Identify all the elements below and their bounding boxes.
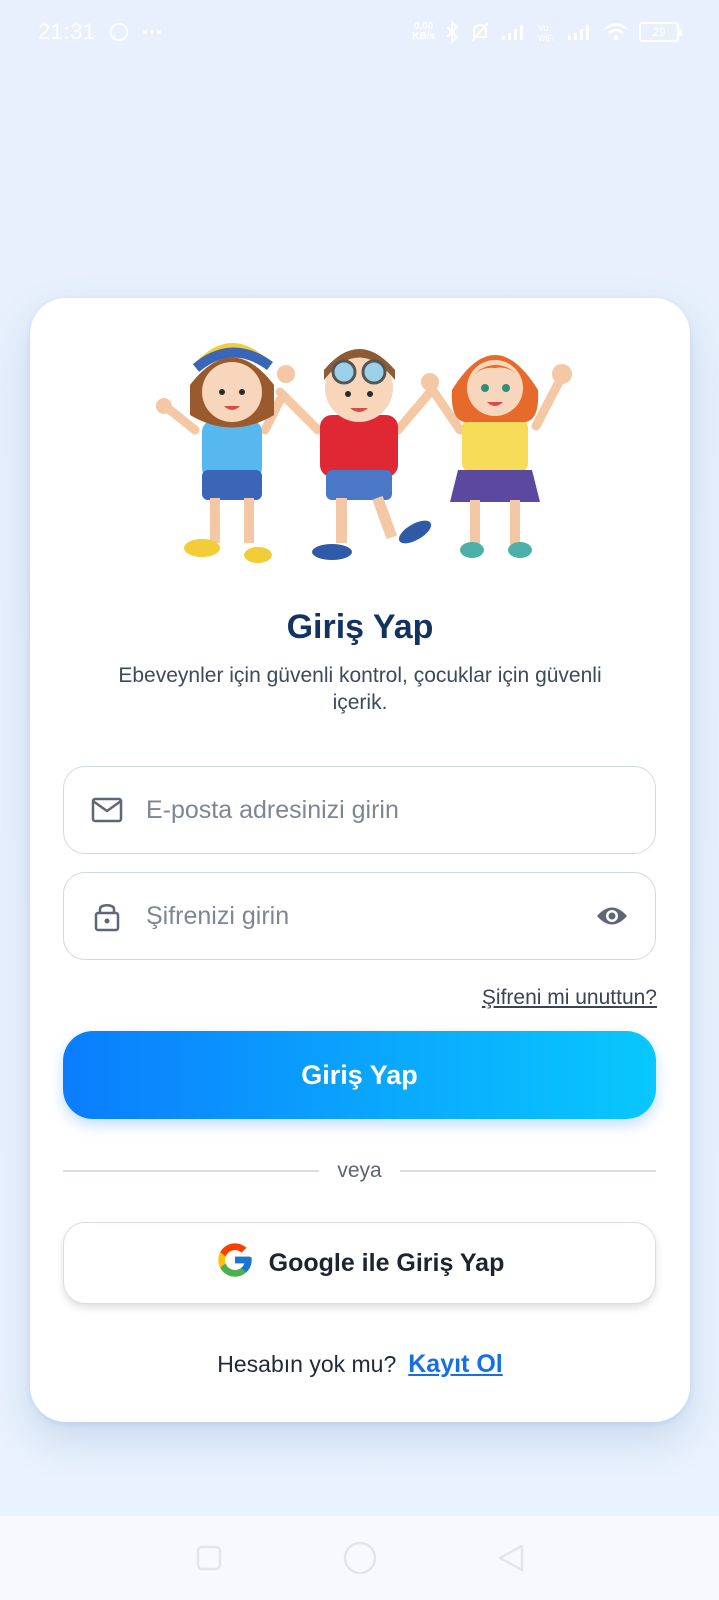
eye-icon[interactable] <box>595 899 629 933</box>
svg-text:WiFi: WiFi <box>538 34 554 43</box>
system-nav-bar <box>0 1516 719 1600</box>
password-field[interactable] <box>63 872 656 960</box>
divider-text: veya <box>337 1159 382 1182</box>
signup-link[interactable]: Kayıt Ol <box>408 1350 502 1379</box>
home-button[interactable] <box>342 1540 378 1576</box>
status-bar: 21:31 0,00 KB/s Vo WiFi 29 <box>0 0 719 64</box>
more-notifications-icon <box>142 29 162 35</box>
signal-2-icon <box>567 23 593 41</box>
network-speed-unit: KB/s <box>412 31 435 42</box>
whatsapp-icon <box>108 21 130 43</box>
wifi-icon <box>603 22 629 42</box>
login-button[interactable]: Giriş Yap <box>63 1031 656 1119</box>
recent-apps-button[interactable] <box>196 1545 222 1571</box>
status-right: 0,00 KB/s Vo WiFi 29 <box>412 21 682 43</box>
google-logo-icon <box>215 1240 255 1287</box>
bluetooth-icon <box>445 21 459 43</box>
child-1-figure <box>156 343 285 563</box>
vowifi-icon: Vo WiFi <box>537 21 557 43</box>
mute-bell-icon <box>469 21 491 43</box>
login-screen: 21:31 0,00 KB/s Vo WiFi 29 Giriş Yap Ebe… <box>0 0 719 1600</box>
battery-indicator: 29 <box>639 22 682 42</box>
login-card: Giriş Yap Ebeveynler için güvenli kontro… <box>30 298 690 1422</box>
divider-line-left <box>63 1170 320 1172</box>
status-left: 21:31 <box>38 19 162 45</box>
email-field[interactable] <box>63 766 656 854</box>
email-input[interactable] <box>146 795 629 825</box>
no-account-text: Hesabın yok mu? <box>217 1351 397 1377</box>
mail-icon <box>90 793 124 827</box>
lock-icon <box>90 899 124 933</box>
back-button[interactable] <box>498 1544 524 1572</box>
divider-line-right <box>399 1170 657 1172</box>
page-subtitle: Ebeveynler için güvenli kontrol, çocukla… <box>118 664 602 714</box>
network-speed: 0,00 KB/s <box>412 22 435 42</box>
google-login-label: Google ile Giriş Yap <box>268 1248 505 1277</box>
child-3-figure <box>429 355 572 558</box>
password-input[interactable] <box>146 901 595 931</box>
svg-text:Vo: Vo <box>538 23 549 33</box>
google-login-button[interactable]: Google ile Giriş Yap <box>63 1222 656 1304</box>
signup-row: Hesabın yok mu? Kayıt Ol <box>30 1350 690 1379</box>
status-time: 21:31 <box>38 19 96 44</box>
child-2-figure <box>275 349 439 560</box>
or-divider: veya <box>63 1156 657 1186</box>
forgot-password-link[interactable]: Şifreni mi unuttun? <box>482 986 657 1010</box>
page-title: Giriş Yap <box>286 608 434 646</box>
signal-icon <box>501 23 527 41</box>
children-illustration <box>156 343 572 563</box>
